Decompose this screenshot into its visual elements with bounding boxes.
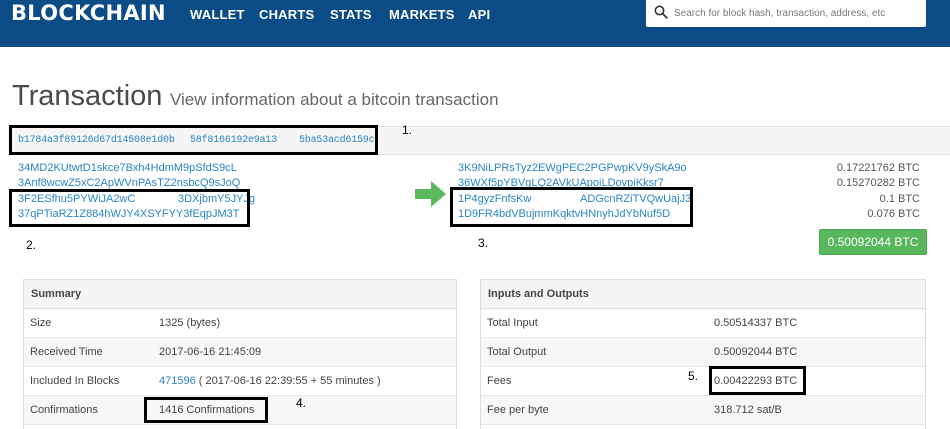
nav-wallet[interactable]: WALLET — [190, 7, 245, 22]
annotation-box-2 — [9, 189, 250, 227]
output-amount: 0.15270282 BTC — [836, 177, 920, 189]
io-row-fee-per-byte: Fee per byte 318.712 sat/B — [481, 396, 925, 425]
brand-logo[interactable]: BLOCKCHAIN — [11, 1, 166, 25]
search-icon[interactable] — [654, 5, 668, 19]
summary-heading: Summary — [24, 280, 456, 309]
output-amount: 0.17221762 BTC — [836, 162, 920, 174]
io-row-total-output: Total Output 0.50092044 BTC — [481, 338, 925, 367]
search-box — [646, 0, 926, 27]
page-subtitle: View information about a bitcoin transac… — [170, 90, 499, 109]
total-output-button[interactable]: 0.50092044 BTC — [819, 229, 927, 255]
input-address[interactable]: 3Anf8wcwZ5xC2ApWVnPAsTZ2nsbcQ9sJoQ — [18, 177, 240, 189]
row-label: Size — [30, 317, 52, 329]
row-label: Fee per byte — [487, 404, 549, 416]
row-value: 2017-06-16 21:45:09 — [159, 346, 262, 358]
annotation-number-1: 1. — [402, 123, 413, 137]
annotation-number-3: 3. — [478, 236, 489, 250]
row-value: 1325 (bytes) — [159, 317, 221, 329]
annotation-box-3 — [450, 187, 693, 227]
summary-row-size: Size 1325 (bytes) — [24, 309, 456, 338]
summary-row-received-time: Received Time 2017-06-16 21:45:09 — [24, 338, 456, 367]
nav-charts[interactable]: CHARTS — [259, 7, 314, 22]
row-value: 471596 ( 2017-06-16 22:39:55 + 55 minute… — [159, 375, 381, 387]
block-height-link[interactable]: 471596 — [159, 375, 196, 387]
row-value: 0.50092044 BTC — [714, 346, 798, 358]
row-label: Fees — [487, 375, 512, 387]
annotation-box-1 — [9, 125, 378, 155]
nav-api[interactable]: API — [468, 7, 490, 22]
arrow-right-icon — [415, 181, 446, 207]
top-navbar: BLOCKCHAIN WALLET CHARTS STATS MARKETS A… — [0, 0, 950, 47]
annotation-number-5: 5. — [688, 369, 699, 383]
row-label: Received Time — [30, 346, 103, 358]
page-title: Transaction — [12, 80, 163, 112]
inputs-outputs-panel: Inputs and Outputs Total Input 0.5051433… — [480, 279, 926, 429]
annotation-box-5 — [709, 366, 806, 395]
summary-row-included-in-blocks: Included In Blocks 471596 ( 2017-06-16 2… — [24, 367, 456, 396]
row-label: Total Output — [487, 346, 547, 358]
output-amount: 0.076 BTC — [867, 208, 920, 220]
annotation-number-4: 4. — [296, 396, 307, 410]
io-row-fees: Fees 0.00422293 BTC — [481, 367, 925, 396]
input-address[interactable]: 34MD2KUtwtD1skce7Bxh4HdmM9pSfdS9cL — [18, 162, 237, 174]
nav-markets[interactable]: MARKETS — [389, 7, 455, 22]
annotation-box-4 — [144, 397, 268, 423]
row-value: 318.712 sat/B — [714, 404, 782, 416]
row-label: Included In Blocks — [30, 375, 120, 387]
block-time: ( 2017-06-16 22:39:55 + 55 minutes ) — [195, 375, 381, 387]
row-label: Total Input — [487, 317, 538, 329]
search-input[interactable] — [674, 0, 922, 27]
row-value: 0.50514337 BTC — [714, 317, 798, 329]
annotation-number-2: 2. — [26, 238, 37, 252]
output-address[interactable]: 3K9NiLPRsTyz2EWgPEC2PGPwpKV9ySkA9o — [458, 162, 687, 174]
output-amount: 0.1 BTC — [879, 193, 920, 205]
nav-stats[interactable]: STATS — [330, 7, 372, 22]
io-row-total-input: Total Input 0.50514337 BTC — [481, 309, 925, 338]
row-label: Confirmations — [30, 404, 98, 416]
io-heading: Inputs and Outputs — [481, 280, 925, 309]
